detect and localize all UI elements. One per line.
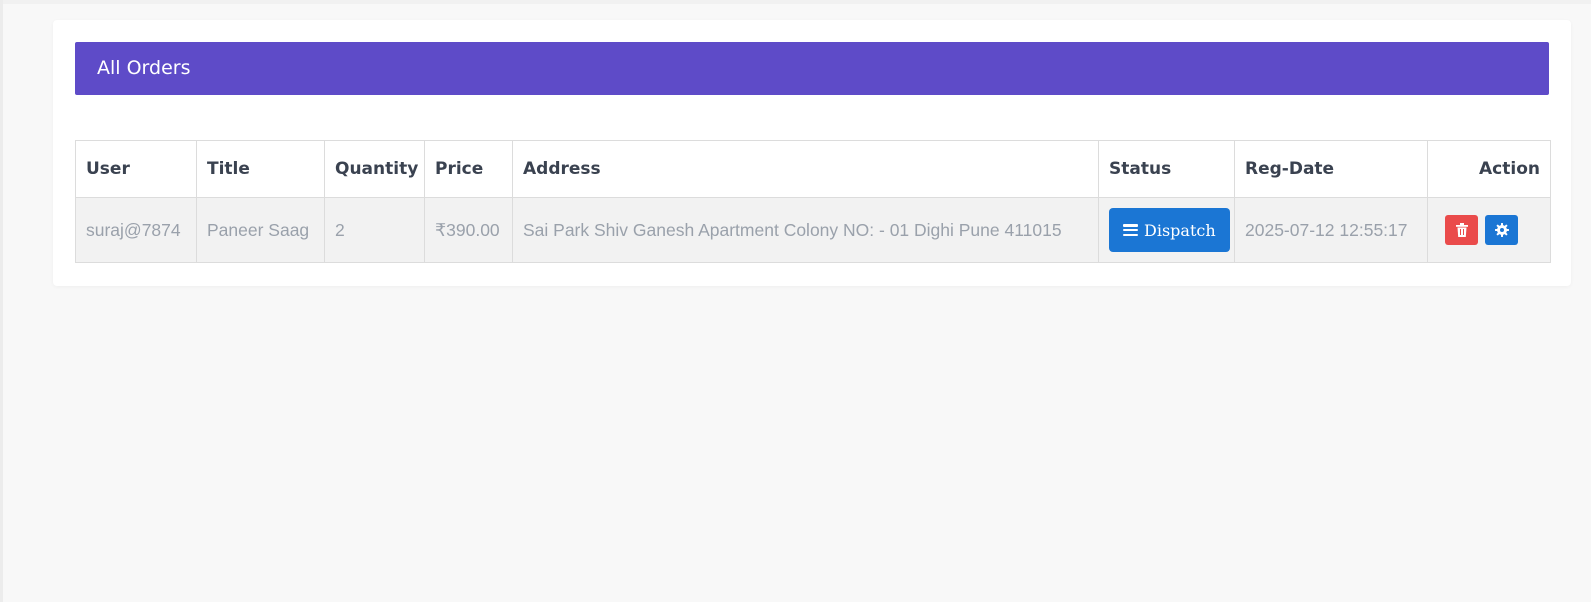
top-edge bbox=[0, 0, 1591, 4]
card-header: All Orders bbox=[75, 42, 1549, 95]
column-header-user[interactable]: User bbox=[75, 140, 197, 198]
cell-reg-date: 2025-07-12 12:55:17 bbox=[1234, 197, 1428, 263]
card-title: All Orders bbox=[97, 57, 191, 79]
dispatch-button[interactable]: Dispatch bbox=[1109, 208, 1230, 252]
table-header-row: User Title Quantity Price Address Status… bbox=[75, 140, 1551, 198]
cell-user: suraj@7874 bbox=[75, 197, 197, 263]
trash-icon bbox=[1455, 223, 1468, 237]
dispatch-label: Dispatch bbox=[1144, 220, 1216, 240]
delete-button[interactable] bbox=[1445, 215, 1478, 245]
column-header-title[interactable]: Title bbox=[196, 140, 325, 198]
gear-icon bbox=[1494, 223, 1509, 237]
column-header-quantity[interactable]: Quantity bbox=[324, 140, 425, 198]
table-row: suraj@7874 Paneer Saag 2 ₹390.00 Sai Par… bbox=[75, 197, 1551, 263]
cell-action bbox=[1427, 197, 1551, 263]
left-edge bbox=[0, 0, 3, 602]
settings-button[interactable] bbox=[1485, 215, 1518, 245]
orders-table: User Title Quantity Price Address Status… bbox=[75, 140, 1551, 263]
column-header-reg-date[interactable]: Reg-Date bbox=[1234, 140, 1428, 198]
column-header-price[interactable]: Price bbox=[424, 140, 513, 198]
column-header-action: Action bbox=[1427, 140, 1551, 198]
cell-status: Dispatch bbox=[1098, 197, 1235, 263]
cell-quantity: 2 bbox=[324, 197, 425, 263]
cell-address: Sai Park Shiv Ganesh Apartment Colony NO… bbox=[512, 197, 1099, 263]
cell-title: Paneer Saag bbox=[196, 197, 325, 263]
orders-card: All Orders User Title Quantity Price Add… bbox=[53, 20, 1571, 286]
column-header-status[interactable]: Status bbox=[1098, 140, 1235, 198]
bars-icon bbox=[1123, 224, 1138, 236]
column-header-address[interactable]: Address bbox=[512, 140, 1099, 198]
cell-price: ₹390.00 bbox=[424, 197, 513, 263]
